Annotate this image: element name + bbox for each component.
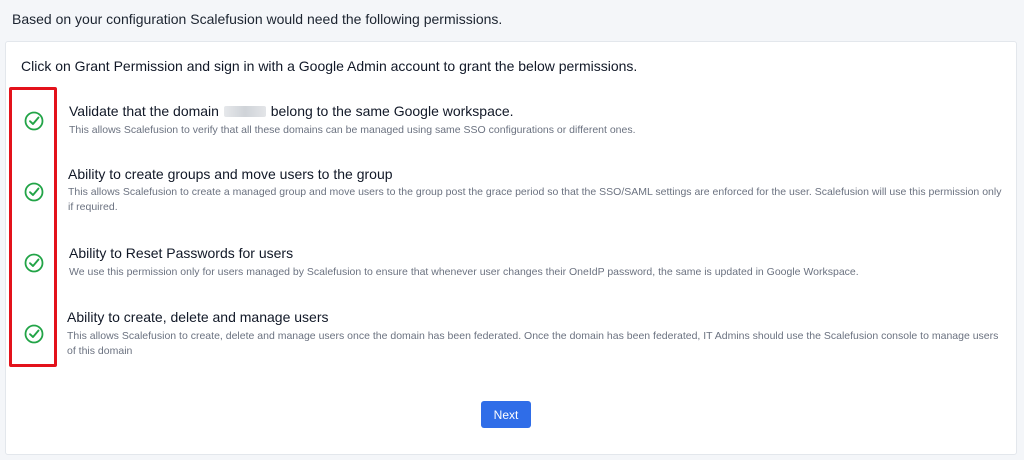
permission-description: We use this permission only for users ma… bbox=[69, 266, 859, 278]
permission-title: Ability to Reset Passwords for users bbox=[69, 245, 294, 261]
permission-description: This allows Scalefusion to create, delet… bbox=[67, 330, 999, 357]
permission-title: Validate that the domain belong to the s… bbox=[69, 103, 514, 119]
permission-description: This allows Scalefusion to create a mana… bbox=[68, 186, 1002, 213]
check-circle-icon bbox=[24, 324, 44, 344]
check-circle-icon bbox=[24, 111, 44, 131]
permission-description: This allows Scalefusion to verify that a… bbox=[69, 124, 636, 136]
permission-title: Ability to create groups and move users … bbox=[68, 166, 393, 182]
permissions-card: Click on Grant Permission and sign in wi… bbox=[5, 41, 1017, 455]
permission-title: Ability to create, delete and manage use… bbox=[67, 309, 329, 325]
next-button[interactable]: Next bbox=[481, 401, 531, 428]
instruction-text: Click on Grant Permission and sign in wi… bbox=[21, 58, 638, 74]
page-heading: Based on your configuration Scalefusion … bbox=[12, 11, 503, 27]
check-circle-icon bbox=[24, 253, 44, 273]
redacted-domain bbox=[223, 106, 266, 117]
check-circle-icon bbox=[24, 182, 44, 202]
